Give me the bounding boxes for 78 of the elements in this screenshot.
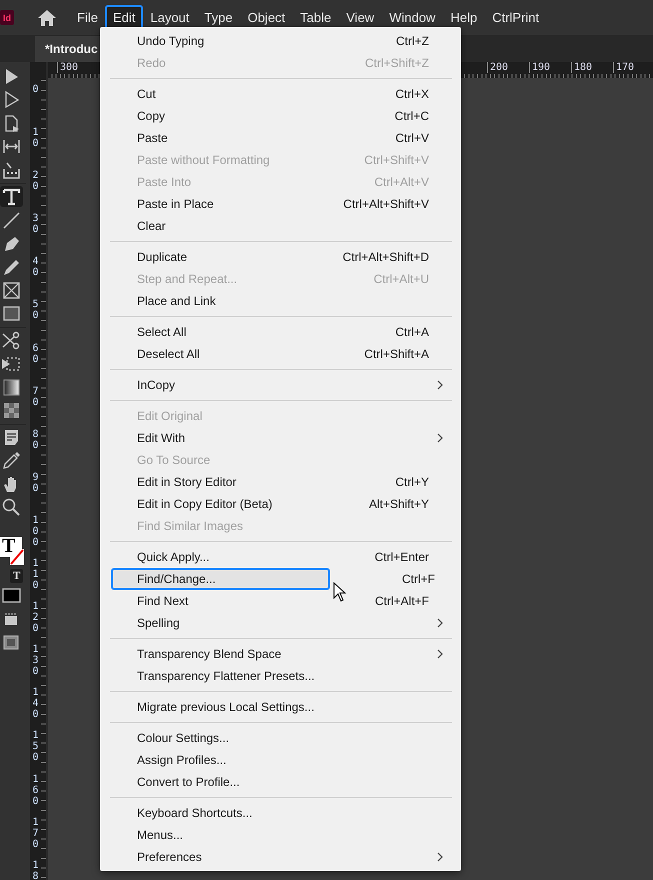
ruler-label: 0 (32, 84, 38, 97)
ruler-label: 140 (32, 687, 38, 722)
shortcut-text: Ctrl+Alt+Shift+V (343, 197, 429, 211)
shortcut-text: Ctrl+Shift+V (364, 153, 429, 167)
shortcut-text: Ctrl+X (395, 87, 429, 101)
ruler-label: 150 (32, 730, 38, 766)
shortcut-text: Ctrl+C (394, 109, 429, 123)
ruler-label: 80 (32, 428, 38, 453)
ruler-label: 110 (32, 558, 38, 594)
menu-item[interactable]: Preferences (100, 846, 455, 868)
menu-item[interactable]: Transparency Flattener Presets... (100, 665, 455, 687)
ruler-label: 100 (32, 514, 38, 550)
ruler-label: 70 (32, 386, 38, 410)
ruler-label: 10 (32, 127, 38, 152)
menu-bar-item[interactable]: Help (442, 5, 486, 30)
menu-item[interactable]: Copy Ctrl+C (100, 105, 455, 127)
shortcut-text: Ctrl+Enter (374, 550, 429, 564)
ruler-label: 50 (32, 299, 38, 324)
shortcut-text: Ctrl+Alt+Shift+D (342, 250, 429, 264)
menu-item[interactable]: Colour Settings... (100, 727, 455, 749)
fill-type-glyph: T (2, 534, 16, 557)
fill-stroke-swatch-icon[interactable] (0, 534, 26, 567)
menu-bar-item[interactable]: File (69, 5, 106, 30)
menu-item[interactable]: Place and Link (100, 290, 455, 312)
shortcut-text: Ctrl+F (402, 572, 435, 586)
mouse-pointer-icon (333, 582, 347, 602)
menu-item[interactable]: Cut Ctrl+X (100, 83, 455, 105)
ruler-label: 120 (32, 601, 38, 636)
ruler-label: 30 (32, 213, 38, 238)
menu-item[interactable]: Select All Ctrl+A (100, 321, 455, 343)
menu-item[interactable]: Keyboard Shortcuts... (100, 802, 455, 824)
menu-item[interactable]: Spelling (100, 612, 455, 634)
menu-bar-item[interactable]: View (338, 5, 382, 30)
shortcut-text: Alt+Shift+Y (368, 497, 429, 511)
shortcut-text: Ctrl+V (395, 131, 429, 145)
eyedropper-tool-icon[interactable] (0, 450, 23, 472)
ruler-label: 40 (32, 256, 38, 280)
menu-item[interactable]: Menus... (100, 824, 455, 846)
menu-item[interactable]: Paste Ctrl+V (100, 127, 455, 149)
menu-item[interactable]: Convert to Profile... (100, 771, 455, 793)
text-formatting-toggle[interactable]: T (10, 568, 24, 583)
app-logo: Id (0, 10, 14, 25)
ruler-label: 20 (32, 170, 38, 194)
menu-item[interactable]: Assign Profiles... (100, 749, 455, 771)
menu-item[interactable]: Duplicate Ctrl+Alt+Shift+D (100, 246, 455, 268)
menu-bar-item[interactable]: CtrlPrint (484, 5, 548, 30)
shortcut-text: Ctrl+Shift+Z (364, 56, 429, 70)
menu-bar-item[interactable]: Window (381, 5, 444, 30)
shortcut-text: Ctrl+Alt+V (374, 175, 429, 189)
ruler-label: 170 (32, 816, 38, 852)
shortcut-text: Ctrl+Z (396, 34, 429, 48)
ruler-label: 90 (32, 472, 38, 496)
ruler-label: 18 (32, 860, 38, 880)
menu-item[interactable]: Transparency Blend Space (100, 643, 455, 665)
type-tool-icon[interactable] (0, 186, 23, 208)
ruler-label: 160 (32, 774, 38, 808)
menu-bar-item[interactable]: Type (196, 5, 241, 30)
menu-item[interactable]: Quick Apply... Ctrl+Enter (100, 546, 455, 568)
menu-item[interactable]: Clear (100, 215, 455, 237)
menu-item[interactable]: Edit in Story Editor Ctrl+Y (100, 471, 455, 493)
shortcut-text: Ctrl+Shift+A (364, 347, 429, 361)
menu-bar-item[interactable]: Object (240, 5, 294, 30)
menu-item[interactable]: InCopy (100, 374, 455, 396)
menu-item[interactable]: Edit in Copy Editor (Beta) Alt+Shift+Y (100, 493, 455, 515)
home-icon[interactable] (37, 8, 57, 26)
shortcut-text: Ctrl+Y (395, 475, 429, 489)
ruler-label: 130 (32, 644, 38, 680)
menu-bar-item[interactable]: Layout (142, 5, 198, 30)
ruler-label: 60 (32, 342, 38, 367)
menu-bar-item[interactable]: Table (292, 5, 340, 30)
shortcut-text: Ctrl+Alt+F (374, 594, 429, 608)
menu-item[interactable]: Edit With (100, 427, 455, 449)
shortcut-text: Ctrl+Alt+U (374, 272, 429, 286)
menu-item[interactable]: Deselect All Ctrl+Shift+A (100, 343, 455, 365)
menu-item[interactable]: Paste in Place Ctrl+Alt+Shift+V (100, 193, 455, 215)
shortcut-text: Ctrl+A (395, 325, 429, 339)
menu-item[interactable]: Find Next Ctrl+Alt+F (100, 590, 455, 612)
menu-item[interactable]: Migrate previous Local Settings... (100, 696, 455, 718)
